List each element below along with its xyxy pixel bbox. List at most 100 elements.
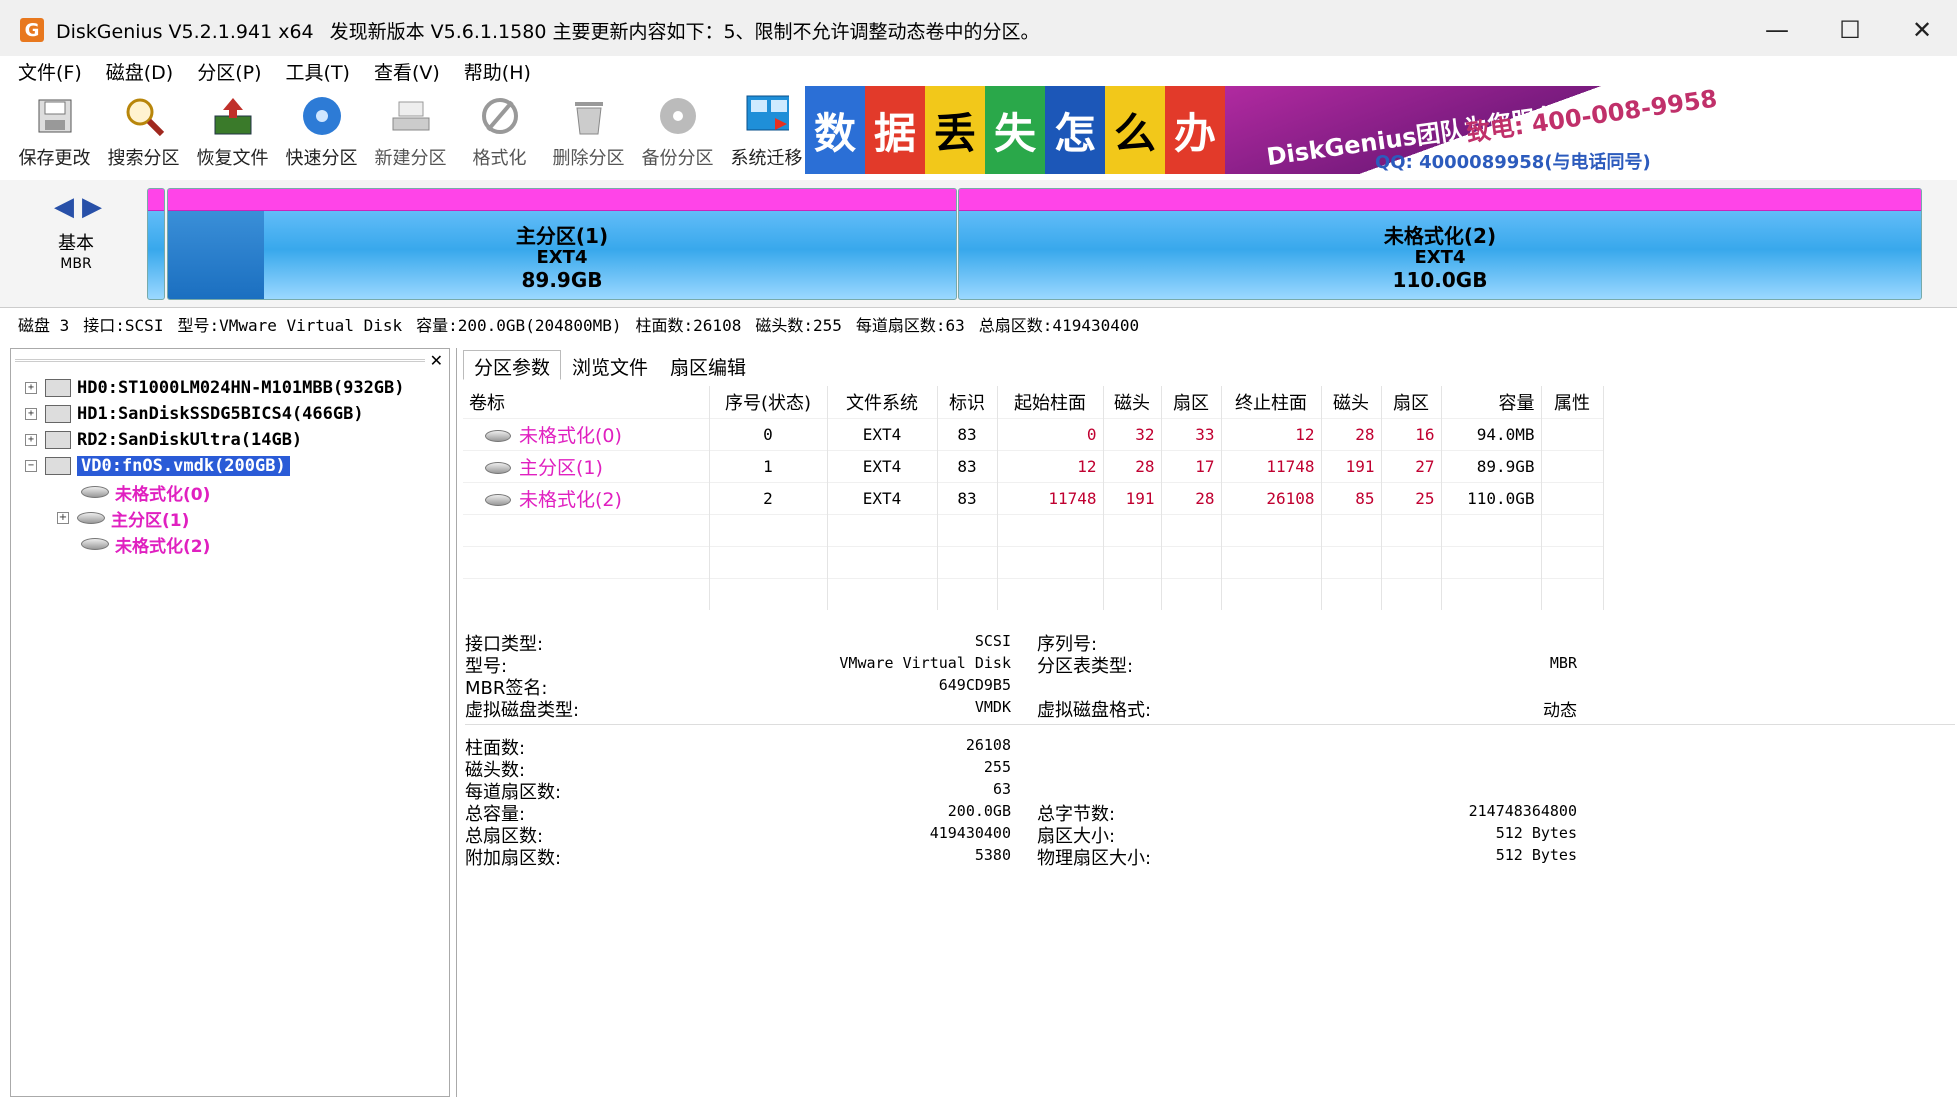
tree-partition-1[interactable]: + 主分区(1) bbox=[11, 505, 449, 531]
cell-end-cyl: 26108 bbox=[1221, 481, 1322, 514]
menu-view[interactable]: 查看(V) bbox=[374, 58, 440, 85]
app-logo-icon: G bbox=[20, 18, 44, 42]
recover-files-button[interactable]: 恢复文件 bbox=[188, 86, 277, 174]
tab-browse-files[interactable]: 浏览文件 bbox=[561, 350, 659, 380]
save-changes-button[interactable]: 保存更改 bbox=[10, 86, 99, 174]
col-index[interactable]: 序号(状态) bbox=[709, 386, 828, 418]
system-migrate-button[interactable]: 系统迁移 bbox=[722, 86, 811, 174]
tree-disk-hd0[interactable]: + HD0:ST1000LM024HN-M101MBB(932GB) bbox=[11, 375, 449, 401]
cell-end-head: 85 bbox=[1321, 481, 1382, 514]
menu-disk[interactable]: 磁盘(D) bbox=[106, 58, 173, 85]
tab-sector-edit[interactable]: 扇区编辑 bbox=[659, 350, 757, 380]
detail-total-sectors: 总扇区数: 419430400 bbox=[465, 824, 1011, 847]
col-fs[interactable]: 文件系统 bbox=[827, 386, 938, 418]
detail-virtual-disk-format: 虚拟磁盘格式: 动态 bbox=[1037, 700, 1577, 721]
new-partition-button[interactable]: 新建分区 bbox=[366, 86, 455, 174]
detail-total-bytes: 总字节数: 214748364800 bbox=[1037, 802, 1577, 825]
disk-nav: ◀ ▶ bbox=[54, 192, 102, 222]
close-panel-icon[interactable]: ✕ bbox=[430, 351, 443, 370]
cell-end-head: 28 bbox=[1321, 417, 1382, 450]
partition-block-unformatted-2[interactable]: 未格式化(2) EXT4 110.0GB bbox=[958, 188, 1922, 300]
delete-icon bbox=[567, 94, 611, 138]
menu-tools[interactable]: 工具(T) bbox=[286, 58, 350, 85]
minimize-button[interactable]: — bbox=[1757, 10, 1797, 50]
update-notice: 发现新版本 V5.6.1.1580 主要更新内容如下：5、限制不允许调整动态卷中… bbox=[329, 20, 1040, 43]
cell-volume: 未格式化(0) bbox=[463, 417, 710, 450]
partition-block-name: 未格式化(2) bbox=[1383, 224, 1497, 248]
volume-label: 未格式化(2) bbox=[519, 488, 622, 511]
tree-disk-rd2[interactable]: + RD2:SanDiskUltra(14GB) bbox=[11, 427, 449, 453]
detail-mbr-signature: MBR签名: 649CD9B5 bbox=[465, 676, 1011, 699]
cell-start-head: 28 bbox=[1103, 449, 1162, 482]
col-volume[interactable]: 卷标 bbox=[463, 386, 710, 418]
col-capacity[interactable]: 容量 bbox=[1441, 386, 1542, 418]
cell-start-head: 32 bbox=[1103, 417, 1162, 450]
banner-char: 失 bbox=[985, 86, 1045, 174]
backup-partition-button[interactable]: 备份分区 bbox=[633, 86, 722, 174]
cell-index: 0 bbox=[709, 417, 828, 450]
tree-partition-2[interactable]: 未格式化(2) bbox=[11, 531, 449, 557]
partition-block-primary-1[interactable]: 主分区(1) EXT4 89.9GB bbox=[167, 188, 957, 300]
table-row[interactable]: 未格式化(2) 2 EXT4 83 11748 191 28 26108 85 … bbox=[463, 481, 1604, 514]
expand-icon[interactable]: + bbox=[25, 408, 37, 420]
cell-volume: 未格式化(2) bbox=[463, 481, 710, 514]
delete-partition-button[interactable]: 删除分区 bbox=[544, 86, 633, 174]
cell-end-sector: 25 bbox=[1381, 481, 1442, 514]
next-disk-icon[interactable]: ▶ bbox=[82, 192, 102, 222]
format-button[interactable]: 格式化 bbox=[455, 86, 544, 174]
tree-disk-vd0[interactable]: − VD0:fnOS.vmdk(200GB) bbox=[11, 453, 449, 479]
col-end-sector[interactable]: 扇区 bbox=[1381, 386, 1442, 418]
detail-sector-size: 扇区大小: 512 Bytes bbox=[1037, 824, 1577, 847]
partition-icon bbox=[485, 430, 511, 442]
partition-block-unformatted-0[interactable] bbox=[147, 188, 165, 300]
title-bar: G DiskGenius V5.2.1.941 x64 发现新版本 V5.6.1.… bbox=[0, 0, 1957, 60]
cell-capacity: 110.0GB bbox=[1441, 481, 1542, 514]
maximize-button[interactable]: ☐ bbox=[1830, 10, 1870, 50]
cell-fs: EXT4 bbox=[827, 417, 938, 450]
search-icon bbox=[122, 94, 166, 138]
col-start-sector[interactable]: 扇区 bbox=[1161, 386, 1222, 418]
tree-partition-0[interactable]: 未格式化(0) bbox=[11, 479, 449, 505]
quick-partition-label: 快速分区 bbox=[285, 148, 358, 169]
panel-grip[interactable] bbox=[15, 359, 425, 362]
quick-partition-button[interactable]: 快速分区 bbox=[277, 86, 366, 174]
tree-disk-label: HD1:SanDiskSSDG5BICS4(466GB) bbox=[77, 404, 364, 424]
cell-attr bbox=[1541, 417, 1604, 450]
tree-disk-hd1[interactable]: + HD1:SanDiskSSDG5BICS4(466GB) bbox=[11, 401, 449, 427]
expand-icon[interactable]: + bbox=[25, 382, 37, 394]
detail-cylinders: 柱面数: 26108 bbox=[465, 736, 1011, 759]
expand-icon[interactable]: + bbox=[57, 512, 69, 524]
col-id[interactable]: 标识 bbox=[937, 386, 998, 418]
menu-file[interactable]: 文件(F) bbox=[18, 58, 82, 85]
col-start-head[interactable]: 磁头 bbox=[1103, 386, 1162, 418]
info-interface: 接口:SCSI bbox=[83, 316, 164, 335]
system-migrate-label: 系统迁移 bbox=[730, 148, 803, 169]
backup-partition-label: 备份分区 bbox=[641, 148, 714, 169]
expand-icon[interactable]: + bbox=[25, 434, 37, 446]
collapse-icon[interactable]: − bbox=[25, 460, 37, 472]
search-partition-button[interactable]: 搜索分区 bbox=[99, 86, 188, 174]
partition-icon bbox=[77, 512, 105, 524]
close-button[interactable]: ✕ bbox=[1902, 10, 1942, 50]
menu-help[interactable]: 帮助(H) bbox=[464, 58, 531, 85]
table-row[interactable]: 未格式化(0) 0 EXT4 83 0 32 33 12 28 16 94.0M… bbox=[463, 417, 1604, 450]
col-end-head[interactable]: 磁头 bbox=[1321, 386, 1382, 418]
col-attr[interactable]: 属性 bbox=[1541, 386, 1604, 418]
menu-partition[interactable]: 分区(P) bbox=[197, 58, 261, 85]
cell-id: 83 bbox=[937, 449, 998, 482]
cell-capacity: 89.9GB bbox=[1441, 449, 1542, 482]
search-partition-label: 搜索分区 bbox=[107, 148, 180, 169]
table-row[interactable]: 主分区(1) 1 EXT4 83 12 28 17 11748 191 27 8… bbox=[463, 449, 1604, 482]
format-label: 格式化 bbox=[472, 148, 527, 169]
prev-disk-icon[interactable]: ◀ bbox=[54, 192, 74, 222]
tree-disk-label: HD0:ST1000LM024HN-M101MBB(932GB) bbox=[77, 378, 405, 398]
tree-partition-label: 未格式化(2) bbox=[115, 536, 211, 557]
tab-partition-params[interactable]: 分区参数 bbox=[463, 350, 562, 380]
col-start-cyl[interactable]: 起始柱面 bbox=[997, 386, 1104, 418]
volume-label: 未格式化(0) bbox=[519, 424, 622, 447]
partition-block-fs: EXT4 bbox=[1414, 247, 1466, 268]
col-end-cyl[interactable]: 终止柱面 bbox=[1221, 386, 1322, 418]
partition-icon bbox=[485, 462, 511, 474]
promo-banner[interactable]: 数 据 丢 失 怎 么 办 DiskGenius团队为您服务! 致电: 400-… bbox=[805, 85, 1719, 176]
cell-start-sector: 17 bbox=[1161, 449, 1222, 482]
